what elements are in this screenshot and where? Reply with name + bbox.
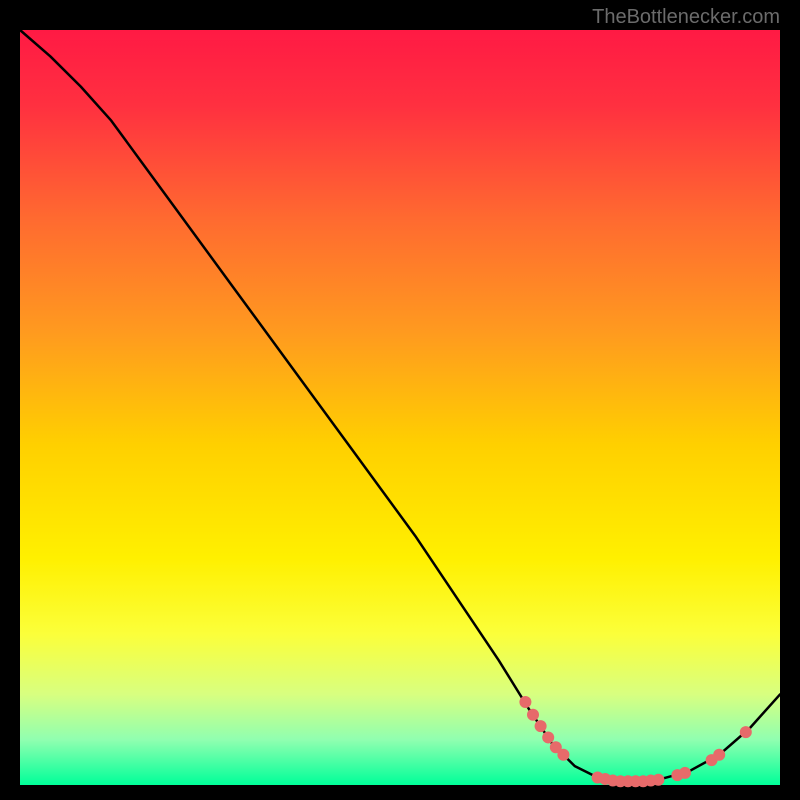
marker-dot (519, 696, 531, 708)
watermark-text: TheBottlenecker.com (592, 6, 780, 29)
marker-dot (542, 731, 554, 743)
marker-dot (713, 749, 725, 761)
chart-svg (0, 0, 800, 800)
marker-dot (652, 774, 664, 786)
marker-dot (557, 749, 569, 761)
marker-dot (535, 720, 547, 732)
marker-dot (740, 726, 752, 738)
plot-background (20, 30, 780, 785)
marker-dot (527, 709, 539, 721)
marker-dot (679, 767, 691, 779)
chart-container: TheBottlenecker.com (0, 0, 800, 800)
